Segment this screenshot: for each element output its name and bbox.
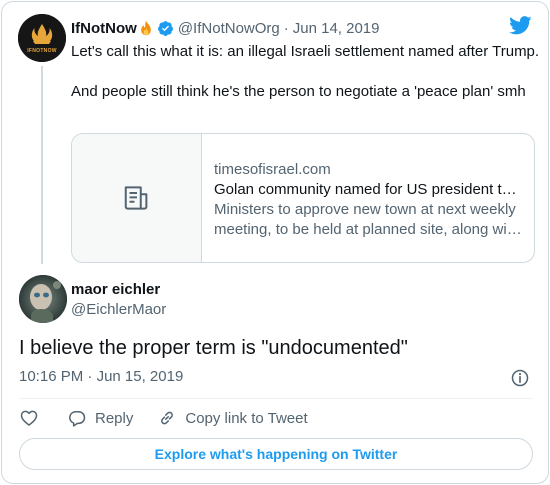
actions-divider [19, 398, 533, 399]
article-icon [124, 186, 147, 210]
ifnotnow-logo-icon: IFNOTNOW [18, 14, 66, 62]
heart-icon [20, 410, 38, 426]
copy-link-button[interactable]: Copy link to Tweet [157, 408, 308, 428]
tweet-embed-card: IFNOTNOW IfNotNow @IfNotNowOrg · Jun 14,… [1, 1, 549, 484]
reply-label: Reply [95, 409, 134, 427]
parent-handle[interactable]: @IfNotNowOrg [178, 20, 280, 37]
svg-text:IFNOTNOW: IFNOTNOW [27, 48, 57, 54]
reply-timestamp[interactable]: 10:16 PM · Jun 15, 2019 [19, 368, 183, 385]
reply-date: Jun 15, 2019 [96, 368, 184, 385]
reply-handle[interactable]: @EichlerMaor [71, 301, 166, 318]
reply-tweet-text: I believe the proper term is "undocument… [19, 337, 408, 359]
parent-tweet-text: Let's call this what it is: an illegal I… [71, 42, 541, 102]
copy-link-label: Copy link to Tweet [185, 409, 308, 427]
parent-text-paragraph-2: And people still think he's the person t… [71, 83, 526, 100]
like-button[interactable] [19, 408, 39, 428]
info-icon[interactable] [510, 368, 530, 388]
user-photo-avatar [19, 275, 67, 323]
timestamp-separator: · [87, 368, 93, 385]
maor-eichler-avatar[interactable] [19, 275, 67, 323]
header-separator: · [283, 19, 289, 37]
link-icon [161, 411, 174, 425]
link-card-body: timesofisrael.com Golan community named … [202, 134, 534, 262]
link-preview-card[interactable]: timesofisrael.com Golan community named … [71, 133, 535, 263]
link-domain: timesofisrael.com [214, 161, 331, 178]
link-thumbnail [72, 134, 202, 262]
fire-emoji-icon [141, 20, 151, 36]
reply-display-name[interactable]: maor eichler [71, 281, 160, 298]
verified-badge-icon [157, 20, 173, 36]
reply-time: 10:16 PM [19, 368, 84, 385]
ifnotnow-avatar[interactable]: IFNOTNOW [18, 14, 66, 62]
twitter-bird-icon[interactable] [509, 16, 532, 35]
explore-twitter-button[interactable]: Explore what's happening on Twitter [19, 438, 533, 470]
parent-tweet-header: IfNotNow @IfNotNowOrg · Jun 14, 2019 [71, 18, 380, 38]
parent-display-name[interactable]: IfNotNow [71, 20, 137, 37]
link-title: Golan community named for US president t… [214, 181, 522, 198]
parent-text-paragraph-1: Let's call this what it is: an illegal I… [71, 43, 540, 60]
thread-connector-line [41, 66, 43, 264]
reply-button[interactable]: Reply [67, 408, 133, 428]
link-description: Ministers to approve new town at next we… [214, 201, 520, 238]
parent-date[interactable]: Jun 14, 2019 [293, 20, 380, 37]
reply-icon [69, 411, 86, 427]
tweet-actions-bar: Reply Copy link to Tweet [19, 406, 308, 430]
